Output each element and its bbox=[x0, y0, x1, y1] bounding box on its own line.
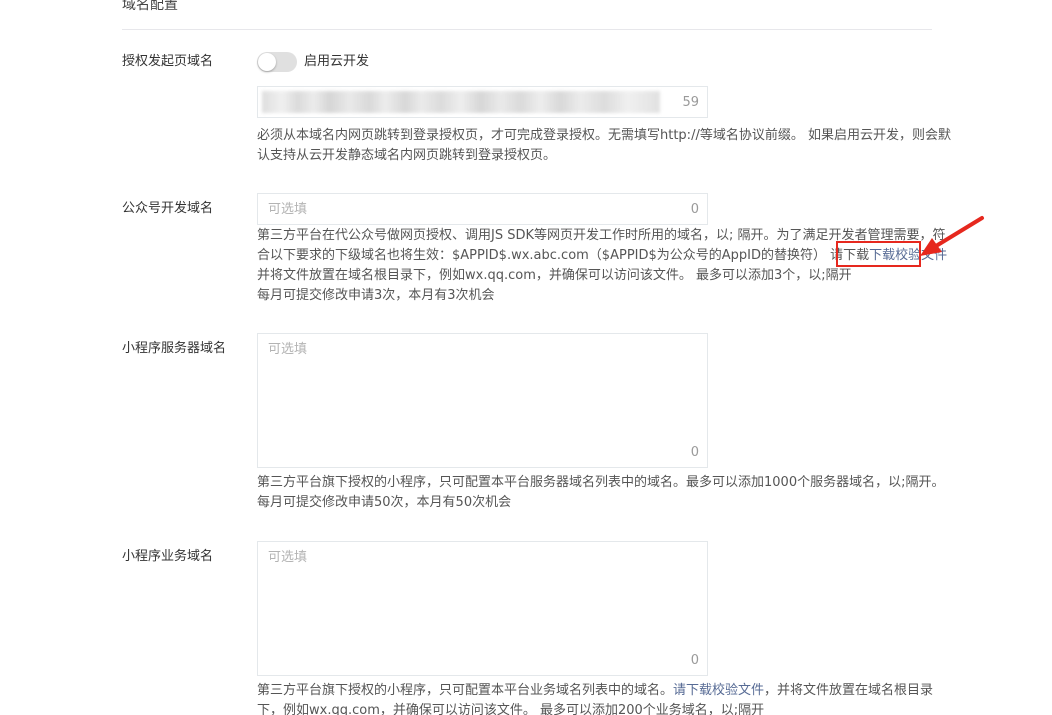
server-desc-line-1: 第三方平台旗下授权的小程序，只可配置本平台服务器域名列表中的域名。最多可以添加1… bbox=[257, 475, 945, 490]
mp-desc-line-3: 并将文件放置在域名根目录下，例如wx.qq.com，并确保可以访问该文件。 最多… bbox=[257, 268, 852, 283]
miniprogram-business-count: 0 bbox=[690, 653, 699, 668]
auth-domain-input[interactable]: 59 bbox=[257, 86, 708, 118]
miniprogram-server-count: 0 bbox=[690, 445, 699, 460]
domain-config-page: 域名配置 授权发起页域名 启用云开发 59 必须从本域名内网页跳转到登录授权页，… bbox=[0, 0, 1052, 715]
miniprogram-server-placeholder: 可选填 bbox=[268, 342, 308, 357]
auth-domain-description: 必须从本域名内网页跳转到登录授权页，才可完成登录授权。无需填写http://等域… bbox=[257, 126, 951, 166]
mp-domain-input[interactable]: 可选填 0 bbox=[257, 193, 708, 225]
mp-domain-label: 公众号开发域名 bbox=[122, 201, 214, 216]
toggle-knob bbox=[258, 53, 276, 71]
miniprogram-business-label: 小程序业务域名 bbox=[122, 549, 214, 564]
mp-domain-description: 第三方平台在代公众号做网页授权、调用JS SDK等网页开发工作时所用的域名，以;… bbox=[257, 226, 947, 306]
server-desc-line-2: 每月可提交修改申请50次，本月有50次机会 bbox=[257, 495, 512, 510]
auth-domain-count: 59 bbox=[682, 95, 699, 110]
annotation-arrow-icon bbox=[920, 216, 984, 256]
annotation-highlight-box bbox=[836, 241, 921, 267]
business-desc-line-1: 第三方平台旗下授权的小程序，只可配置本平台业务域名列表中的域名。请下载校验文件，… bbox=[257, 681, 937, 701]
miniprogram-business-placeholder: 可选填 bbox=[268, 550, 308, 565]
redacted-domain-text bbox=[262, 91, 660, 113]
section-title: 域名配置 bbox=[122, 0, 178, 13]
mp-domain-count: 0 bbox=[690, 202, 699, 217]
miniprogram-server-description: 第三方平台旗下授权的小程序，只可配置本平台服务器域名列表中的域名。最多可以添加1… bbox=[257, 473, 945, 513]
section-divider bbox=[122, 29, 932, 30]
mp-desc-line-2: 合以下要求的下级域名也将生效：$APPID$.wx.abc.com（$APPID… bbox=[257, 246, 947, 266]
auth-domain-label: 授权发起页域名 bbox=[122, 54, 214, 69]
miniprogram-business-description: 第三方平台旗下授权的小程序，只可配置本平台业务域名列表中的域名。请下载校验文件，… bbox=[257, 681, 937, 715]
cloud-dev-toggle[interactable] bbox=[257, 52, 297, 72]
miniprogram-server-label: 小程序服务器域名 bbox=[122, 341, 227, 356]
mp-desc-line-4: 每月可提交修改申请3次，本月有3次机会 bbox=[257, 288, 495, 303]
miniprogram-business-textarea[interactable]: 可选填 0 bbox=[257, 541, 708, 676]
business-desc-line-2: 下，例如wx.qq.com，并确保可以访问该文件。 最多可以添加200个业务域名… bbox=[257, 703, 765, 715]
cloud-dev-toggle-label: 启用云开发 bbox=[304, 54, 370, 69]
business-download-verify-file-link[interactable]: 请下载校验文件 bbox=[673, 683, 764, 698]
auth-desc-line-2: 认支持从云开发静态域名内网页跳转到登录授权页。 bbox=[257, 148, 557, 163]
business-desc-line-1-suffix: ，并将文件放置在域名根目录 bbox=[764, 683, 934, 698]
mp-domain-placeholder: 可选填 bbox=[268, 202, 308, 217]
miniprogram-server-textarea[interactable]: 可选填 0 bbox=[257, 333, 708, 468]
auth-desc-line-1: 必须从本域名内网页跳转到登录授权页，才可完成登录授权。无需填写http://等域… bbox=[257, 128, 951, 143]
mp-desc-line-1: 第三方平台在代公众号做网页授权、调用JS SDK等网页开发工作时所用的域名，以;… bbox=[257, 228, 946, 243]
business-desc-line-1-text: 第三方平台旗下授权的小程序，只可配置本平台业务域名列表中的域名。 bbox=[257, 683, 674, 698]
mp-desc-line-2-text: 合以下要求的下级域名也将生效：$APPID$.wx.abc.com（$APPID… bbox=[257, 248, 870, 263]
